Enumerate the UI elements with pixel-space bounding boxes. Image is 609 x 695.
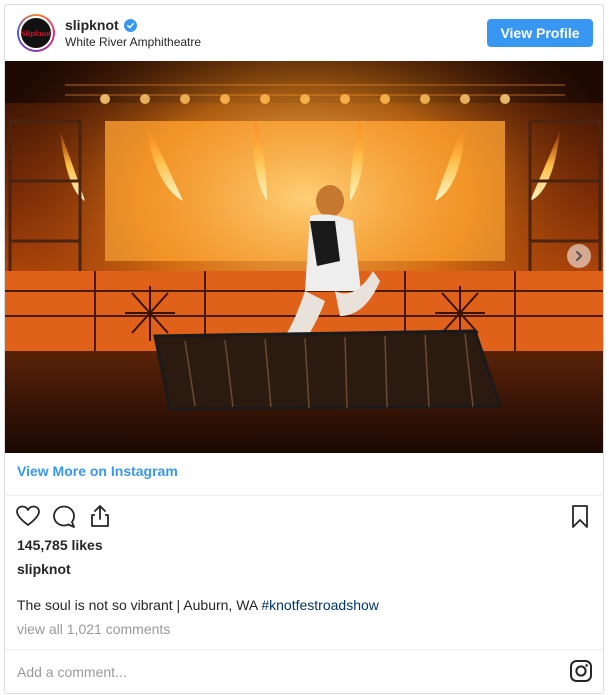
verified-check-icon [123,18,137,32]
view-more-on-instagram-link[interactable]: View More on Instagram [17,463,178,479]
avatar-logo-text: Slipknot [20,28,52,38]
post-photo[interactable] [5,61,603,453]
divider [5,649,603,650]
instagram-icon[interactable] [569,659,593,683]
concert-stage-image [5,61,603,453]
chevron-right-icon [576,251,582,261]
share-icon[interactable] [87,503,113,529]
post-header: Slipknot slipknot White River Amphitheat… [5,5,603,61]
caption-text: The soul is not so vibrant | Auburn, WA [17,597,262,613]
location-link[interactable]: White River Amphitheatre [65,35,201,49]
comment-icon[interactable] [51,503,77,529]
divider [5,495,603,496]
view-profile-button[interactable]: View Profile [487,19,593,47]
view-all-comments-link[interactable]: view all 1,021 comments [17,621,170,637]
heart-icon[interactable] [15,503,41,529]
avatar-image: Slipknot [19,16,53,50]
comment-row: Add a comment... [5,651,603,691]
avatar[interactable]: Slipknot [17,14,55,52]
action-bar [5,501,603,531]
username-link[interactable]: slipknot [65,17,119,33]
caption-username[interactable]: slipknot [17,561,71,577]
username-row: slipknot [65,17,137,33]
hashtag-link[interactable]: #knotfestroadshow [261,597,379,613]
bookmark-icon[interactable] [567,503,593,529]
add-comment-input[interactable]: Add a comment... [17,664,127,680]
instagram-embed-card: Slipknot slipknot White River Amphitheat… [4,4,604,694]
caption: The soul is not so vibrant | Auburn, WA … [17,597,379,613]
next-photo-button[interactable] [567,244,591,268]
likes-count[interactable]: 145,785 likes [17,537,103,553]
